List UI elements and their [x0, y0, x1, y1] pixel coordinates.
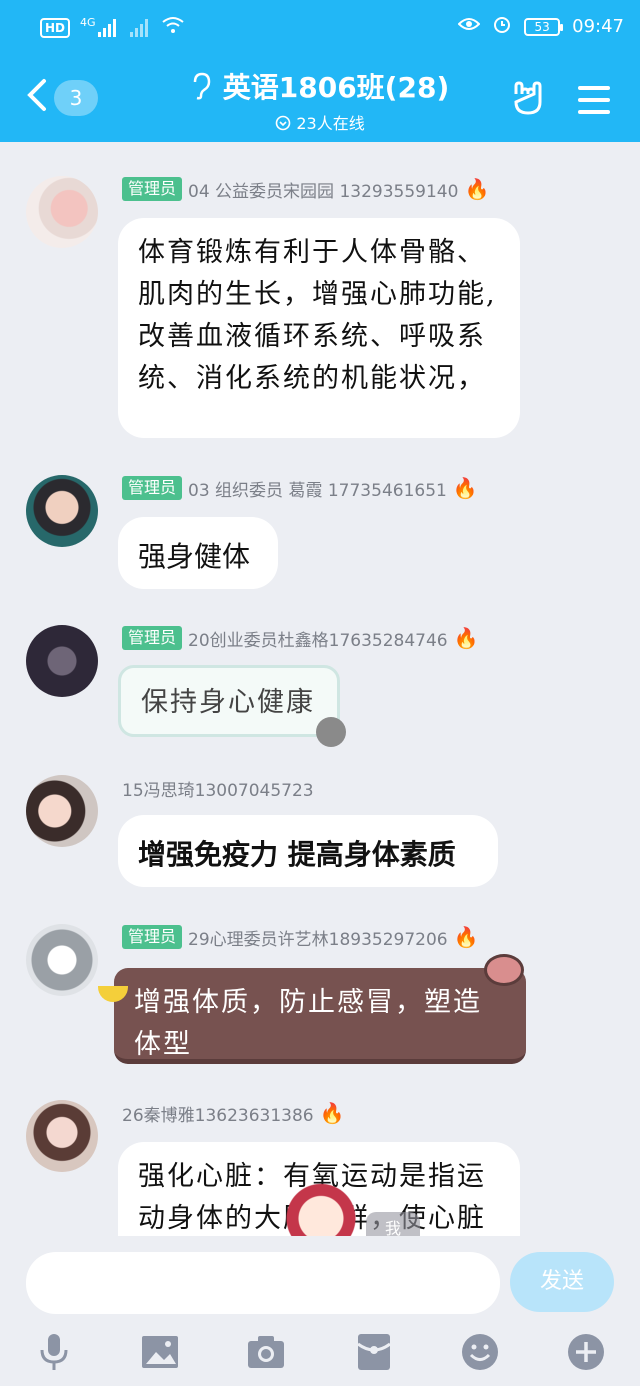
message-bubble[interactable]: 体育锻炼有利于人体骨骼、肌肉的生长，增强心肺功能,改善血液循环系统、呼吸系统、消… — [118, 218, 520, 438]
wifi-icon — [161, 16, 184, 39]
sender-name[interactable]: 20创业委员杜鑫格17635284746 — [188, 626, 448, 651]
clock: 09:47 — [572, 16, 624, 37]
admin-badge: 管理员 — [122, 177, 183, 201]
plus-icon[interactable] — [566, 1332, 606, 1372]
fire-icon: 🔥 — [319, 1101, 345, 1125]
sender-name[interactable]: 04 公益委员宋园园 13293559140 — [188, 177, 458, 202]
message-bubble[interactable]: 强身健体 — [118, 517, 278, 589]
composer: 发送 — [0, 1236, 640, 1386]
image-icon[interactable] — [140, 1332, 180, 1372]
avatar[interactable] — [26, 924, 98, 996]
alarm-icon — [492, 14, 512, 39]
fire-icon: 🔥 — [453, 626, 479, 650]
hd-badge: HD — [40, 17, 71, 38]
admin-badge: 管理员 — [122, 476, 183, 500]
header-title-area[interactable]: 英语1806班(28) 23人在线 — [150, 66, 490, 134]
status-bar: HD 4G 53 09:47 — [0, 0, 640, 52]
message-list[interactable]: 管理员 04 公益委员宋园园 13293559140 🔥 体育锻炼有利于人体骨骼… — [0, 142, 640, 1236]
red-packet-icon[interactable] — [354, 1332, 394, 1372]
back-button[interactable]: 3 — [26, 78, 106, 118]
battery-indicator: 53 — [524, 17, 564, 36]
eye-icon — [457, 16, 481, 37]
message-input[interactable] — [26, 1252, 500, 1314]
self-tag: 我 — [366, 1212, 420, 1236]
online-count: 23人在线 — [296, 114, 365, 133]
fire-icon: 🔥 — [453, 925, 479, 949]
menu-icon[interactable] — [578, 86, 610, 114]
admin-badge: 管理员 — [122, 925, 183, 949]
avatar[interactable] — [26, 475, 98, 547]
sender-name[interactable]: 15冯思琦13007045723 — [122, 776, 314, 801]
message-bubble[interactable]: 保持身心健康 — [118, 665, 340, 737]
fire-icon: 🔥 — [452, 476, 478, 500]
hand-gesture-icon[interactable] — [510, 80, 546, 120]
emoji-icon[interactable] — [460, 1332, 500, 1372]
message-bubble[interactable]: 增强免疫力 提高身体素质 — [118, 815, 498, 887]
camera-icon[interactable] — [246, 1332, 286, 1372]
chevron-left-icon — [26, 78, 48, 119]
microphone-icon[interactable] — [34, 1332, 74, 1372]
chevron-down-circle-icon — [275, 114, 296, 133]
ear-icon — [191, 72, 211, 106]
signal-icon — [97, 18, 120, 37]
message-bubble[interactable]: 增强体质，防止感冒，塑造体型 — [114, 968, 526, 1064]
avatar[interactable] — [26, 176, 98, 248]
sender-name[interactable]: 03 组织委员 葛霞 17735461651 — [188, 476, 447, 501]
chat-header: 3 英语1806班(28) 23人在线 — [0, 52, 640, 142]
admin-badge: 管理员 — [122, 626, 183, 650]
sender-name[interactable]: 26秦博雅13623631386 — [122, 1101, 314, 1126]
avatar[interactable] — [26, 625, 98, 697]
avatar[interactable] — [26, 775, 98, 847]
network-label: 4G — [80, 16, 96, 29]
composer-toolbar — [0, 1332, 640, 1372]
bear-sticker-icon — [316, 717, 346, 747]
monkey-sticker-icon — [484, 954, 524, 986]
fire-icon: 🔥 — [464, 177, 490, 201]
avatar[interactable] — [26, 1100, 98, 1172]
signal-2-icon — [129, 18, 152, 37]
sender-name[interactable]: 29心理委员许艺林18935297206 — [188, 925, 448, 950]
send-button[interactable]: 发送 — [510, 1252, 614, 1312]
unread-count-badge: 3 — [54, 80, 98, 116]
group-title: 英语1806班(28) — [222, 71, 450, 104]
